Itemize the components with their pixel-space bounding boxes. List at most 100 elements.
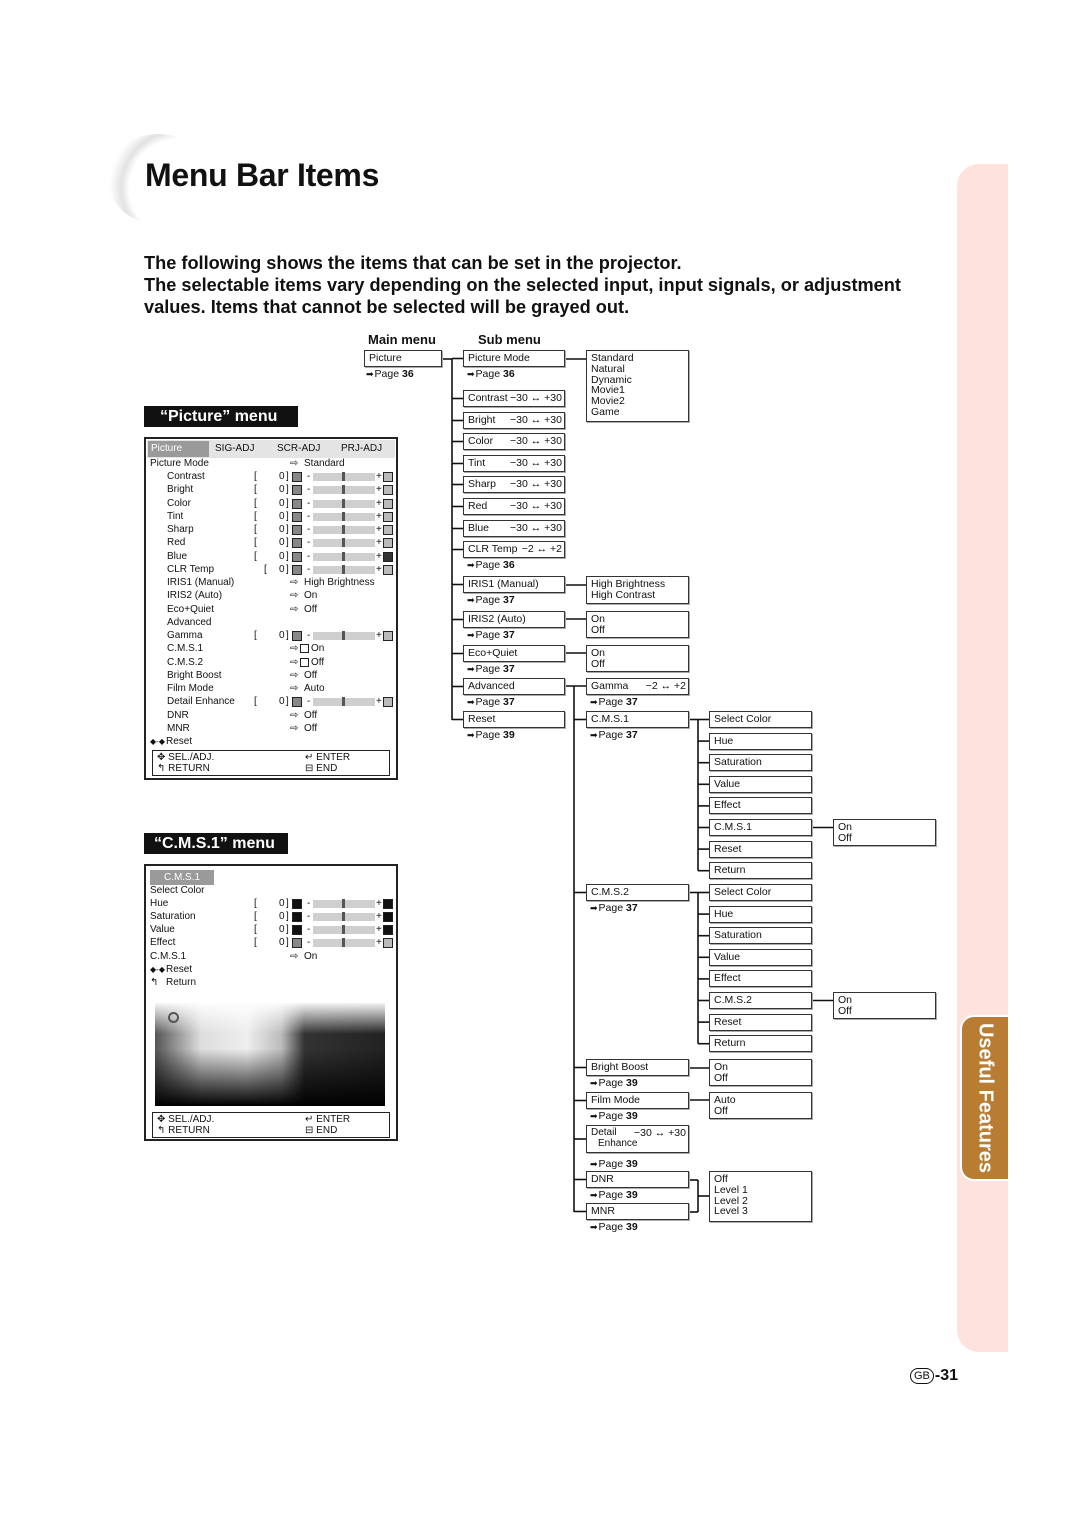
cms2-items-hue[interactable]: Hue [709, 905, 812, 923]
cms1-items-effect[interactable]: Effect [709, 797, 812, 815]
box-label: Value [714, 950, 741, 963]
box-label: IRIS1 (Manual) [468, 578, 539, 590]
box-label: Red [468, 500, 488, 512]
submenu-red[interactable]: Red −30 ↔ +30 [463, 498, 565, 515]
value-range: −30 ↔ +30 [510, 392, 562, 404]
options-eco-quiet: On Off [586, 645, 689, 672]
box-label: Color [468, 435, 494, 447]
page-prefix: Page [475, 594, 501, 606]
cms2-items-select-color[interactable]: Select Color [709, 884, 812, 901]
page-reference[interactable]: Page 37 [467, 663, 515, 675]
page-number-ref: 36 [503, 559, 515, 571]
value-range: −30 ↔ +30 [634, 1127, 686, 1139]
page-reference[interactable]: Page 36 [366, 368, 414, 380]
page-prefix: Page [598, 696, 624, 708]
submenu-iris2-auto[interactable]: IRIS2 (Auto) [463, 611, 565, 628]
main-menu-picture[interactable]: Picture [364, 350, 442, 367]
cms2-items-value[interactable]: Value [709, 948, 812, 966]
page-reference[interactable]: Page 39 [467, 729, 515, 741]
box-label: IRIS2 (Auto) [468, 613, 526, 625]
option-item: Game [591, 405, 620, 418]
page-prefix: Page [475, 368, 501, 380]
advanced-c-m-s-2[interactable]: C.M.S.2 [586, 884, 689, 901]
box-label: Select Color [714, 713, 772, 725]
cms2-items-return[interactable]: Return [709, 1035, 812, 1053]
advanced-dnr[interactable]: DNR [586, 1171, 689, 1188]
advanced-detailenhance[interactable]: Detail Enhance −30 ↔ +30 [586, 1125, 689, 1153]
page-prefix: Page [475, 663, 501, 675]
option-item: Off [714, 1104, 728, 1117]
page-reference[interactable]: Page 36 [467, 368, 515, 380]
box-label: Bright [468, 414, 496, 426]
advanced-gamma[interactable]: Gamma −2 ↔ +2 [586, 678, 689, 695]
page-reference[interactable]: Page 37 [467, 629, 515, 641]
page-reference[interactable]: Page 39 [590, 1221, 638, 1233]
cms2-items-reset[interactable]: Reset [709, 1013, 812, 1031]
cms2-items-saturation[interactable]: Saturation [709, 927, 812, 945]
page-reference[interactable]: Page 39 [590, 1158, 638, 1170]
page-reference[interactable]: Page 37 [590, 696, 638, 708]
submenu-sharp[interactable]: Sharp −30 ↔ +30 [463, 476, 565, 493]
box-label: Reset [468, 713, 496, 725]
page-reference[interactable]: Page 36 [467, 559, 515, 571]
advanced-bright-boost[interactable]: Bright Boost [586, 1059, 689, 1076]
page-prefix: Page [475, 729, 501, 741]
options-cms2: On Off [833, 992, 936, 1019]
submenu-iris1-manual[interactable]: IRIS1 (Manual) [463, 576, 565, 593]
box-label: Eco+Quiet [468, 647, 518, 659]
submenu-blue[interactable]: Blue −30 ↔ +30 [463, 520, 565, 537]
submenu-color[interactable]: Color −30 ↔ +30 [463, 433, 565, 450]
option-item: Off [838, 1004, 852, 1017]
value-range: −30 ↔ +30 [510, 478, 562, 490]
page-reference[interactable]: Page 39 [590, 1077, 638, 1089]
box-label: Tint [468, 457, 486, 469]
page-reference[interactable]: Page 39 [590, 1110, 638, 1122]
cms1-items-hue[interactable]: Hue [709, 732, 812, 750]
box-label: Sharp [468, 478, 497, 490]
page-reference[interactable]: Page 37 [590, 729, 638, 741]
options-cms1: On Off [833, 819, 936, 846]
page-number-ref: 37 [503, 696, 515, 708]
value-range: −2 ↔ +2 [645, 680, 686, 692]
options-iris1: High Brightness High Contrast [586, 576, 689, 604]
value-range: −30 ↔ +30 [510, 500, 562, 512]
cms2-items-effect[interactable]: Effect [709, 970, 812, 988]
advanced-mnr[interactable]: MNR [586, 1203, 689, 1220]
page-reference[interactable]: Page 37 [467, 594, 515, 606]
box-label: CLR Temp [468, 543, 518, 555]
value-range: −30 ↔ +30 [510, 522, 562, 534]
option-item: Off [591, 657, 605, 670]
submenu-picture-mode[interactable]: Picture Mode [463, 350, 565, 367]
cms1-items-reset[interactable]: Reset [709, 840, 812, 858]
box-label: Advanced [468, 680, 515, 692]
cms1-items-c-m-s-1[interactable]: C.M.S.1 [709, 819, 812, 836]
box-label: Saturation [714, 929, 762, 942]
submenu-advanced[interactable]: Advanced [463, 678, 565, 695]
option-item: Off [714, 1071, 728, 1084]
box-label: DNR [591, 1173, 614, 1185]
options-picture-mode: Standard Natural Dynamic Movie1 Movie2 Game [586, 350, 689, 422]
cms1-items-return[interactable]: Return [709, 862, 812, 880]
main-menu-heading: Main menu [368, 332, 436, 347]
option-item: High Contrast [591, 588, 656, 601]
cms1-items-saturation[interactable]: Saturation [709, 754, 812, 772]
cms1-items-select-color[interactable]: Select Color [709, 711, 812, 728]
submenu-tint[interactable]: Tint −30 ↔ +30 [463, 455, 565, 472]
submenu-clr-temp[interactable]: CLR Temp −2 ↔ +2 [463, 541, 565, 558]
submenu-reset[interactable]: Reset [463, 711, 565, 728]
page-reference[interactable]: Page 37 [590, 902, 638, 914]
page-reference[interactable]: Page 37 [467, 696, 515, 708]
submenu-bright[interactable]: Bright −30 ↔ +30 [463, 412, 565, 429]
advanced-c-m-s-1[interactable]: C.M.S.1 [586, 711, 689, 728]
options-bright-boost: On Off [709, 1059, 812, 1086]
page-reference[interactable]: Page 39 [590, 1189, 638, 1201]
cms1-items-value[interactable]: Value [709, 775, 812, 793]
advanced-film-mode[interactable]: Film Mode [586, 1092, 689, 1109]
value-range: −30 ↔ +30 [510, 414, 562, 426]
submenu-eco-quiet[interactable]: Eco+Quiet [463, 645, 565, 662]
submenu-contrast[interactable]: Contrast −30 ↔ +30 [463, 390, 565, 407]
page-number-ref: 39 [626, 1110, 638, 1122]
box-label: Value [714, 777, 741, 790]
cms2-items-c-m-s-2[interactable]: C.M.S.2 [709, 992, 812, 1009]
box-label: Reset [714, 1015, 742, 1028]
